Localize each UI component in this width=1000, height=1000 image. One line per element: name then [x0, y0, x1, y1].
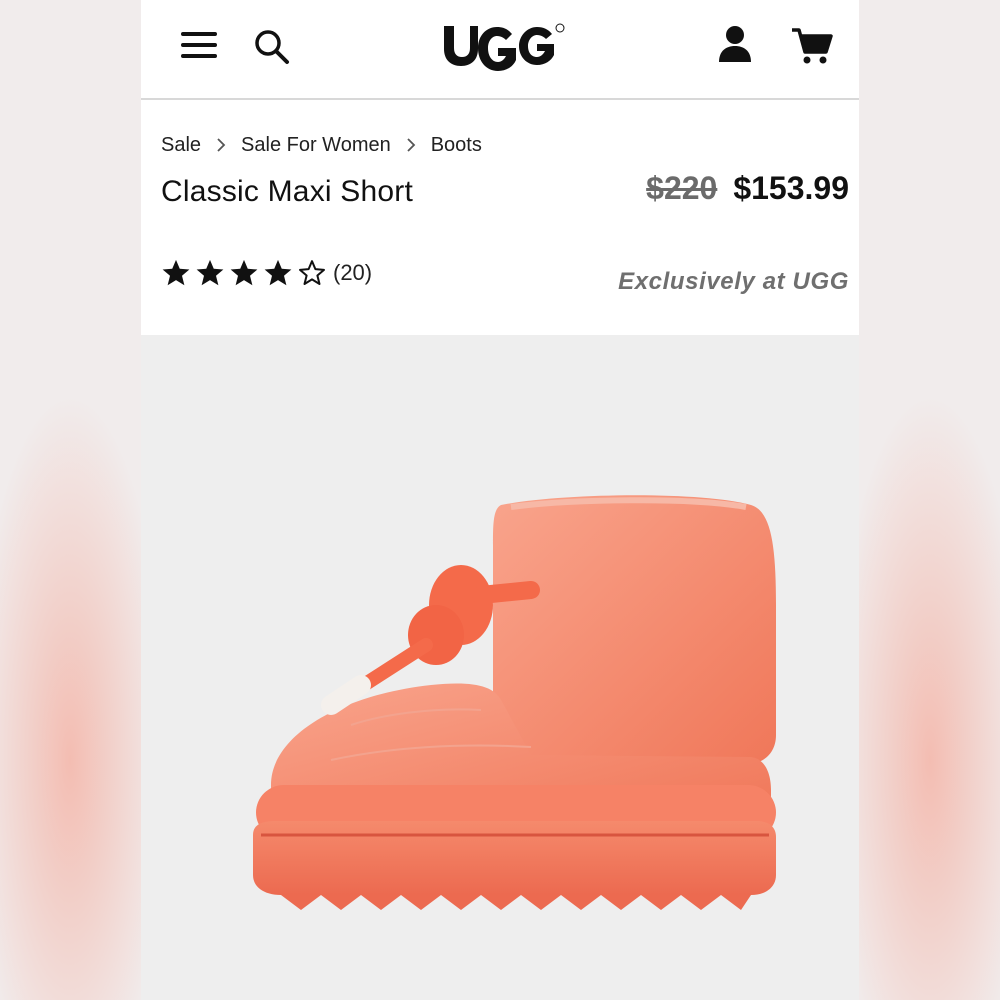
star-filled-icon: [264, 259, 292, 286]
ugg-logo-wordmark: [444, 23, 565, 71]
ugg-logo[interactable]: [440, 18, 566, 76]
original-price: $220: [646, 170, 718, 206]
star-filled-icon: [196, 259, 224, 286]
breadcrumb-item-boots[interactable]: Boots: [431, 134, 482, 157]
boot-product-image: [253, 495, 776, 910]
hamburger-menu-icon[interactable]: [181, 30, 217, 60]
breadcrumb-item-sale-for-women[interactable]: Sale For Women: [241, 134, 391, 157]
star-outline-icon: [299, 260, 325, 285]
sale-price: $153.99: [733, 170, 849, 206]
product-image[interactable]: [141, 335, 859, 1000]
breadcrumb-item-sale[interactable]: Sale: [161, 134, 201, 157]
search-icon[interactable]: [253, 28, 291, 66]
star-filled-icon: [230, 259, 258, 286]
site-header: [141, 0, 859, 100]
product-rating[interactable]: (20): [161, 256, 372, 290]
star-filled-icon: [162, 259, 190, 286]
chevron-right-icon: [391, 134, 431, 157]
breadcrumb: Sale Sale For Women Boots: [161, 132, 482, 158]
chevron-right-icon: [201, 134, 241, 157]
review-count[interactable]: (20): [333, 260, 372, 286]
account-icon[interactable]: [717, 24, 753, 64]
exclusive-label: Exclusively at UGG: [618, 268, 849, 295]
cart-icon[interactable]: [791, 26, 833, 66]
price-block: $220 $153.99: [646, 170, 849, 207]
phone-screen: Sale Sale For Women Boots Classic Maxi S…: [141, 0, 859, 1000]
product-title: Classic Maxi Short: [161, 175, 413, 208]
